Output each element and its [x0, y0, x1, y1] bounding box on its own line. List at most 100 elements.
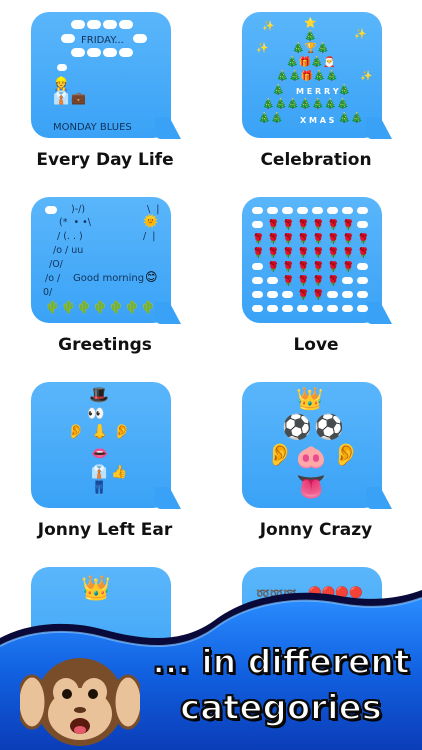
cloud-icon [87, 48, 101, 57]
cloud-icon [61, 34, 75, 43]
ear-icon: 👂 [266, 443, 294, 468]
cloud-icon [252, 221, 263, 228]
rose-icon: 🌹 [312, 276, 325, 287]
worker-icon: 👔 [53, 91, 70, 106]
cloud-icon [252, 263, 263, 270]
friday-text: FRIDAY... [81, 35, 124, 46]
cloud-icon [357, 305, 368, 312]
monday-text: MONDAY BLUES [53, 122, 132, 133]
rose-icon: 🌹 [342, 262, 355, 273]
rose-icon: 🌹 [267, 262, 280, 273]
cloud-icon [103, 48, 117, 57]
tongue-icon: 👅 [296, 473, 326, 501]
cloud-icon [357, 277, 368, 284]
cloud-icon [327, 305, 338, 312]
category-title: Jonny Left Ear [37, 520, 173, 540]
rose-icon: 🌹 [297, 262, 310, 273]
good-morning-text: Good morning [73, 273, 145, 284]
cloud-icon [282, 291, 293, 298]
cloud-icon [327, 207, 338, 214]
tree-icon: 🎄 [272, 85, 285, 96]
rose-icon: 🌹 [327, 248, 340, 259]
pig-nose-icon: 🐽 [296, 443, 326, 471]
rose-icon: 🌹 [327, 220, 340, 231]
preview-bubble: 🌹 🌹 🌹 🌹 🌹 🌹 🌹 🌹 🌹 🌹 🌹 🌹 🌹 🌹 🌹 🌹 🌹 🌹 🌹 🌹 🌹 🌹 🌹 🌹 🌹 🌹 🌹 🌹 🌹 🌹 🌹 🌹 🌹 🌹 [242, 197, 392, 324]
preview-bubble: ⭐ ✨ ✨ ✨ ✨ 🎄 🎄🏆🎄 🎄🎁🎄🎅 🎄🎄🎁🎄🎄 M E R R Y 🎄 🎄 🎄🎄🎄🎄🎄🎄🎄 🎄🎄 X … [242, 12, 392, 139]
cloud-icon [342, 305, 353, 312]
briefcase-icon: 💼 [71, 91, 86, 105]
category-title: Celebration [260, 150, 372, 170]
worker-icon: 👷 [53, 77, 70, 92]
tree-icon: 🎄🎄 [338, 113, 363, 124]
tree-icon: 🎄🎁🎄🎅 [286, 57, 336, 68]
cloud-icon [45, 206, 57, 214]
rose-icon: 🌹 [327, 234, 340, 245]
rose-icon: 🌹 [297, 276, 310, 287]
rose-icon: 🌹 [297, 234, 310, 245]
rose-icon: 🌹 [357, 248, 370, 259]
shirt-icon: 👔 [91, 465, 108, 480]
cloud-icon [119, 20, 133, 29]
rose-icon: 🌹 [282, 220, 295, 231]
cloud-icon [297, 207, 308, 214]
promo-line-1: ... in different [151, 641, 410, 682]
cloud-icon [252, 291, 263, 298]
soccer-ball-icon: ⚽ [314, 413, 344, 441]
cloud-icon [312, 305, 323, 312]
cloud-icon [267, 207, 278, 214]
preview-bubble: )-/) \ | (* • •\ 🌞 / (. . ) / | /o / uu … [31, 197, 181, 324]
rose-icon: 🌹 [342, 220, 355, 231]
cloud-icon [357, 207, 368, 214]
rose-icon: 🌹 [282, 262, 295, 273]
sun-icon: 🌞 [143, 214, 158, 228]
rose-icon: 🌹 [327, 262, 340, 273]
thumbs-up-icon: 👍 [111, 465, 128, 480]
rose-icon: 🌹 [342, 234, 355, 245]
cloud-icon [282, 207, 293, 214]
merry-text: M E R R Y [296, 87, 339, 96]
eyes-icon: 👀 [87, 406, 105, 422]
cloud-icon [312, 207, 323, 214]
cloud-icon [267, 305, 278, 312]
sparkle-icon: ✨ [360, 71, 373, 82]
rose-icon: 🌹 [252, 248, 265, 259]
cloud-icon [119, 48, 133, 57]
cloud-icon [252, 207, 263, 214]
rose-icon: 🌹 [312, 290, 325, 301]
cloud-icon [357, 263, 368, 270]
cloud-icon [357, 291, 368, 298]
cloud-icon [342, 277, 353, 284]
rose-icon: 🌹 [312, 248, 325, 259]
cloud-icon [71, 20, 85, 29]
rose-icon: 🌹 [252, 234, 265, 245]
cloud-icon [342, 291, 353, 298]
cactus-row: 🌵🌵🌵🌵🌵🌵🌵 [45, 300, 157, 314]
cloud-icon [57, 64, 67, 71]
cloud-icon [297, 305, 308, 312]
cloud-icon [357, 221, 368, 228]
rose-icon: 🌹 [357, 234, 370, 245]
cloud-icon [133, 34, 147, 43]
preview-bubble: 🎩 👀 👂 👃 👂 👄 👔 👍 👖 [31, 382, 181, 509]
rose-icon: 🌹 [282, 276, 295, 287]
cloud-icon [71, 48, 85, 57]
top-hat-icon: 🎩 [89, 385, 109, 404]
category-title: Greetings [58, 335, 152, 355]
rose-icon: 🌹 [297, 220, 310, 231]
preview-bubble: 👑 ⚽ ⚽ 👂 🐽 👂 👅 [242, 382, 392, 509]
category-title: Jonny Crazy [259, 520, 373, 540]
cloud-icon [327, 291, 338, 298]
rose-icon: 🌹 [312, 234, 325, 245]
jeans-icon: 👖 [91, 481, 108, 496]
cloud-icon [342, 207, 353, 214]
tree-icon: 🎄🏆🎄 [292, 43, 330, 54]
rose-icon: 🌹 [282, 248, 295, 259]
sparkle-icon: ✨ [262, 21, 275, 32]
cloud-icon [252, 305, 263, 312]
crown-icon: 👑 [296, 387, 324, 412]
star-icon: ⭐ [304, 18, 317, 29]
category-title: Love [293, 335, 339, 355]
rose-icon: 🌹 [282, 234, 295, 245]
rose-icon: 🌹 [327, 276, 340, 287]
tree-icon: 🎄🎄🎁🎄🎄 [276, 71, 339, 82]
